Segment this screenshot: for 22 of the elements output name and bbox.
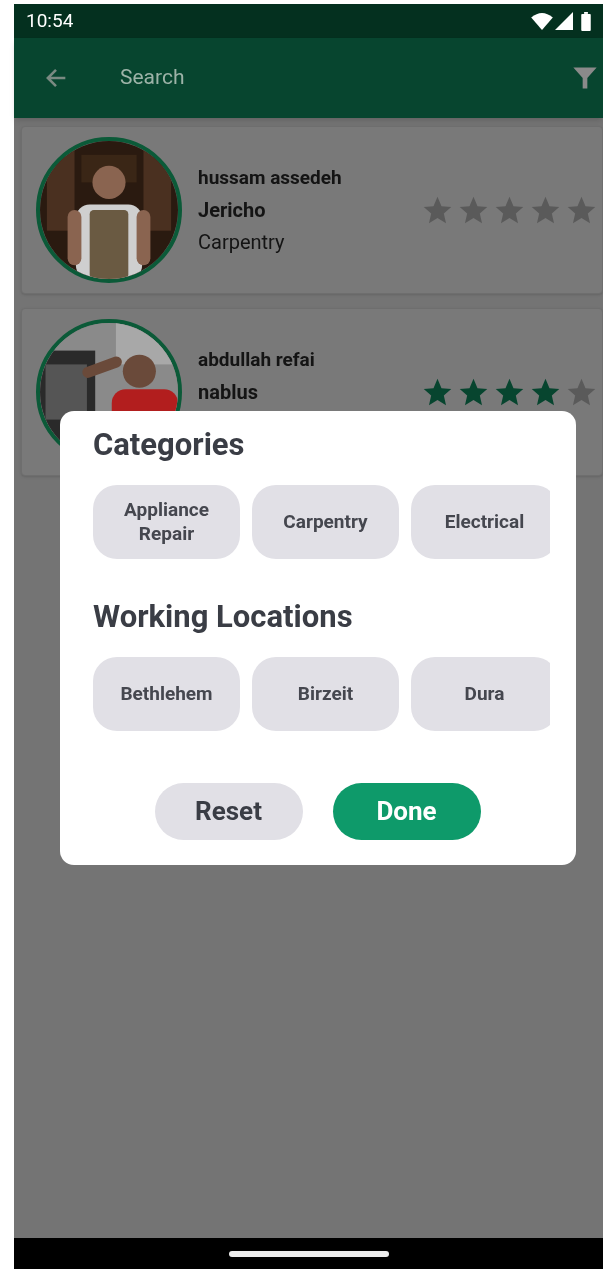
section-title: Categories xyxy=(93,425,246,465)
filter-chip[interactable]: Carpentry xyxy=(252,485,399,559)
filter-chip[interactable]: Dura xyxy=(411,657,550,731)
worker-city: Jericho xyxy=(198,197,267,223)
worker-city: nablus xyxy=(198,379,259,405)
signal-icon xyxy=(555,12,573,30)
done-button[interactable]: Done xyxy=(332,783,481,840)
search-input[interactable]: Search xyxy=(120,62,571,94)
section-title: Working Locations xyxy=(93,597,354,637)
worker-category: Carpentry xyxy=(198,229,286,255)
worker-name: abdullah refai xyxy=(198,347,316,373)
filter-chip[interactable]: Bethlehem xyxy=(93,657,240,731)
battery-icon xyxy=(581,11,591,31)
wifi-icon xyxy=(531,12,553,30)
home-indicator[interactable] xyxy=(228,1250,389,1257)
worker-card[interactable]: hussam assedeh Jericho Carpentry xyxy=(21,126,603,294)
filter-chip[interactable]: Electrical xyxy=(411,485,550,559)
filter-chip[interactable]: Birzeit xyxy=(252,657,399,731)
filter-chip[interactable]: Appliance Repair xyxy=(93,485,240,559)
worker-name: hussam assedeh xyxy=(198,165,343,191)
reset-button[interactable]: Reset xyxy=(154,783,303,840)
status-time: 10:54 xyxy=(26,7,74,34)
